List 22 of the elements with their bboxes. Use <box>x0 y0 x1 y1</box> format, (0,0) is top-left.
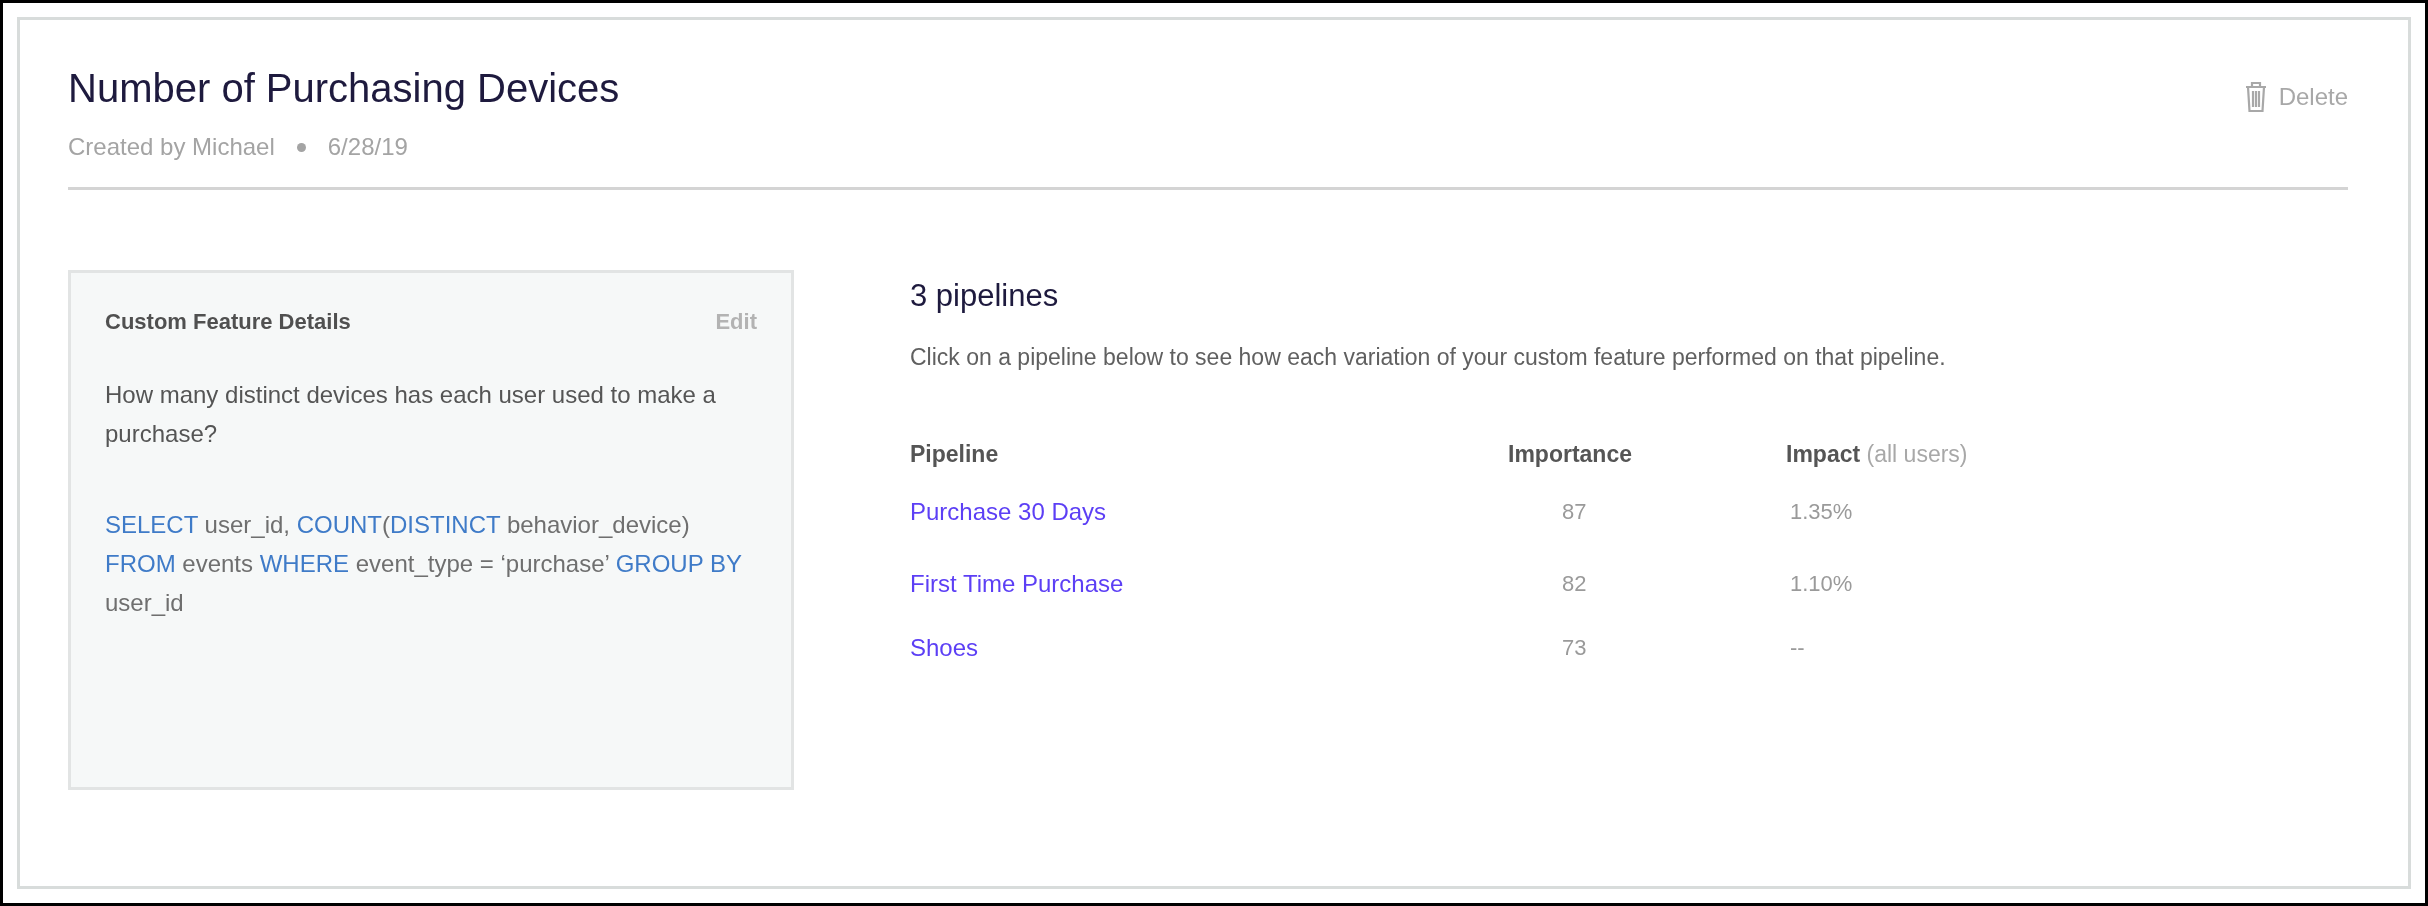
separator-dot <box>296 142 306 152</box>
author-text: Created by Michael <box>68 133 275 161</box>
importance-value: 87 <box>1562 499 1587 525</box>
pipeline-link[interactable]: Shoes <box>910 634 979 661</box>
impact-value: -- <box>1790 635 1805 661</box>
impact-value: 1.10% <box>1790 571 1853 597</box>
pipeline-link[interactable]: First Time Purchase <box>910 570 1124 597</box>
sql-query: SELECT user_id, COUNT(DISTINCT behavior_device) FROM events WHERE event_type = ‘purchase’ GROUP BY user_id <box>105 510 743 618</box>
page-title: Number of Purchasing Devices <box>68 66 620 111</box>
feature-description: How many distinct devices has each user used to make a purchase? <box>105 380 717 449</box>
column-header: Pipeline <box>910 441 1000 469</box>
column-header: Importance <box>1508 441 1633 469</box>
impact-value: 1.35% <box>1790 499 1853 525</box>
pipelines-description: Click on a pipeline below to see how each variation of your custom feature performed on that pipeline. <box>910 344 1947 371</box>
pipeline-link[interactable]: Purchase 30 Days <box>910 498 1107 525</box>
column-header: Impact (all users) <box>1786 441 1969 469</box>
importance-value: 73 <box>1562 635 1587 661</box>
trash-icon <box>2244 82 2267 112</box>
date-text: 6/28/19 <box>327 133 408 161</box>
pipelines-heading: 3 pipelines <box>910 278 1060 314</box>
importance-value: 82 <box>1562 571 1587 597</box>
card-title: Custom Feature Details <box>105 309 351 335</box>
